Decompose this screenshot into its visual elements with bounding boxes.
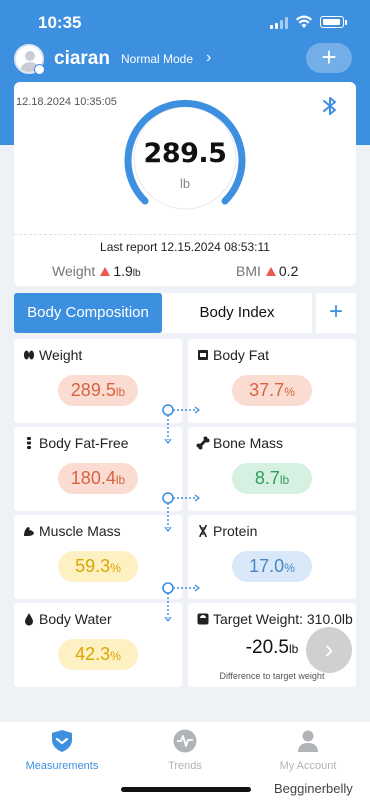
battery-tip (345, 20, 347, 25)
metric-label: Body Water (39, 611, 112, 627)
nav-trends[interactable]: Trends (135, 728, 235, 772)
metric-value: 42.3% (58, 639, 138, 670)
muscle-icon (22, 524, 36, 538)
weight-change-label: Weight (52, 263, 96, 279)
metric-label: Body Fat (213, 347, 270, 363)
signal-icon (270, 17, 290, 29)
weight-change-unit: lb (132, 268, 141, 279)
metric-label: Muscle Mass (39, 523, 121, 539)
metric-label: Protein (213, 523, 258, 539)
add-tab-button[interactable]: + (316, 293, 356, 333)
fat-icon (196, 348, 210, 362)
mode-selector[interactable]: Normal Mode (121, 52, 193, 66)
next-arrow-button[interactable]: › (306, 627, 352, 673)
metric-label: Bone Mass (213, 435, 284, 451)
weight-change-value: 1.9 (113, 263, 133, 279)
user-row: ciaran Normal Mode › + (0, 42, 370, 76)
status-time: 10:35 (38, 13, 82, 32)
metric-value: 37.7% (232, 375, 312, 406)
spine-icon (22, 436, 36, 450)
water-drop-icon (22, 612, 36, 626)
nav-label: Trends (168, 760, 202, 772)
bmi-change-value: 0.2 (278, 263, 299, 279)
bluetooth-icon[interactable] (320, 94, 340, 118)
last-report: Last report 12.15.2024 08:53:11 (100, 240, 270, 254)
metric-label: Weight (39, 347, 83, 363)
metric-card-protein[interactable]: Protein 17.0% (188, 515, 356, 599)
footprint-icon (22, 348, 36, 362)
tab-bar: Body Composition Body Index + (14, 293, 356, 333)
heartbeat-icon (173, 729, 197, 753)
avatar-badge-icon (34, 64, 45, 75)
metric-label: Body Fat-Free (39, 435, 129, 451)
metric-card-muscle-mass[interactable]: Muscle Mass 59.3% (14, 515, 182, 599)
nav-label: Measurements (25, 760, 99, 772)
battery-icon (320, 16, 344, 28)
home-indicator (121, 787, 251, 792)
metric-value: 59.3% (58, 551, 138, 582)
increase-arrow-icon (265, 267, 276, 276)
divider (14, 234, 356, 235)
shield-icon (52, 730, 72, 752)
weight-change: Weight 1.9lb (52, 263, 141, 279)
metric-value: 17.0% (232, 551, 312, 582)
metric-card-weight[interactable]: Weight 289.5lb (14, 339, 182, 423)
tab-body-composition[interactable]: Body Composition (14, 293, 162, 333)
metric-card-body-fat-free[interactable]: Body Fat-Free 180.4lb (14, 427, 182, 511)
watermark: Begginerbelly (274, 781, 353, 796)
metric-card-body-fat[interactable]: Body Fat 37.7% (188, 339, 356, 423)
user-name[interactable]: ciaran (54, 48, 110, 70)
metric-card-body-water[interactable]: Body Water 42.3% (14, 603, 182, 687)
metric-value: 180.4lb (58, 463, 138, 494)
tab-body-index[interactable]: Body Index (162, 293, 312, 333)
connector-3 (162, 582, 200, 622)
connector-2 (162, 492, 200, 532)
bmi-change-label: BMI (236, 263, 261, 279)
increase-arrow-icon (100, 267, 111, 276)
measurement-timestamp: 12.18.2024 10:35:05 (16, 96, 117, 108)
person-icon (298, 730, 318, 752)
status-bar: 10:35 (0, 0, 370, 44)
nav-measurements[interactable]: Measurements (12, 728, 112, 772)
metric-label: Target Weight: 310.0lb (213, 611, 353, 627)
metric-value: 289.5lb (58, 375, 138, 406)
nav-label: My Account (279, 760, 337, 772)
chevron-right-icon[interactable]: › (206, 49, 211, 67)
add-button[interactable]: + (306, 43, 352, 73)
metric-card-bone-mass[interactable]: Bone Mass 8.7lb (188, 427, 356, 511)
metric-value: 8.7lb (232, 463, 312, 494)
weight-unit: lb (179, 176, 191, 191)
connector-1 (162, 404, 200, 444)
bmi-change: BMI 0.2 (236, 263, 298, 279)
nav-my-account[interactable]: My Account (258, 728, 358, 772)
wifi-icon (296, 15, 312, 28)
measurement-card: 12.18.2024 10:35:05 289.5 lb Last report… (14, 82, 356, 286)
weight-value: 289.5 (143, 138, 227, 169)
